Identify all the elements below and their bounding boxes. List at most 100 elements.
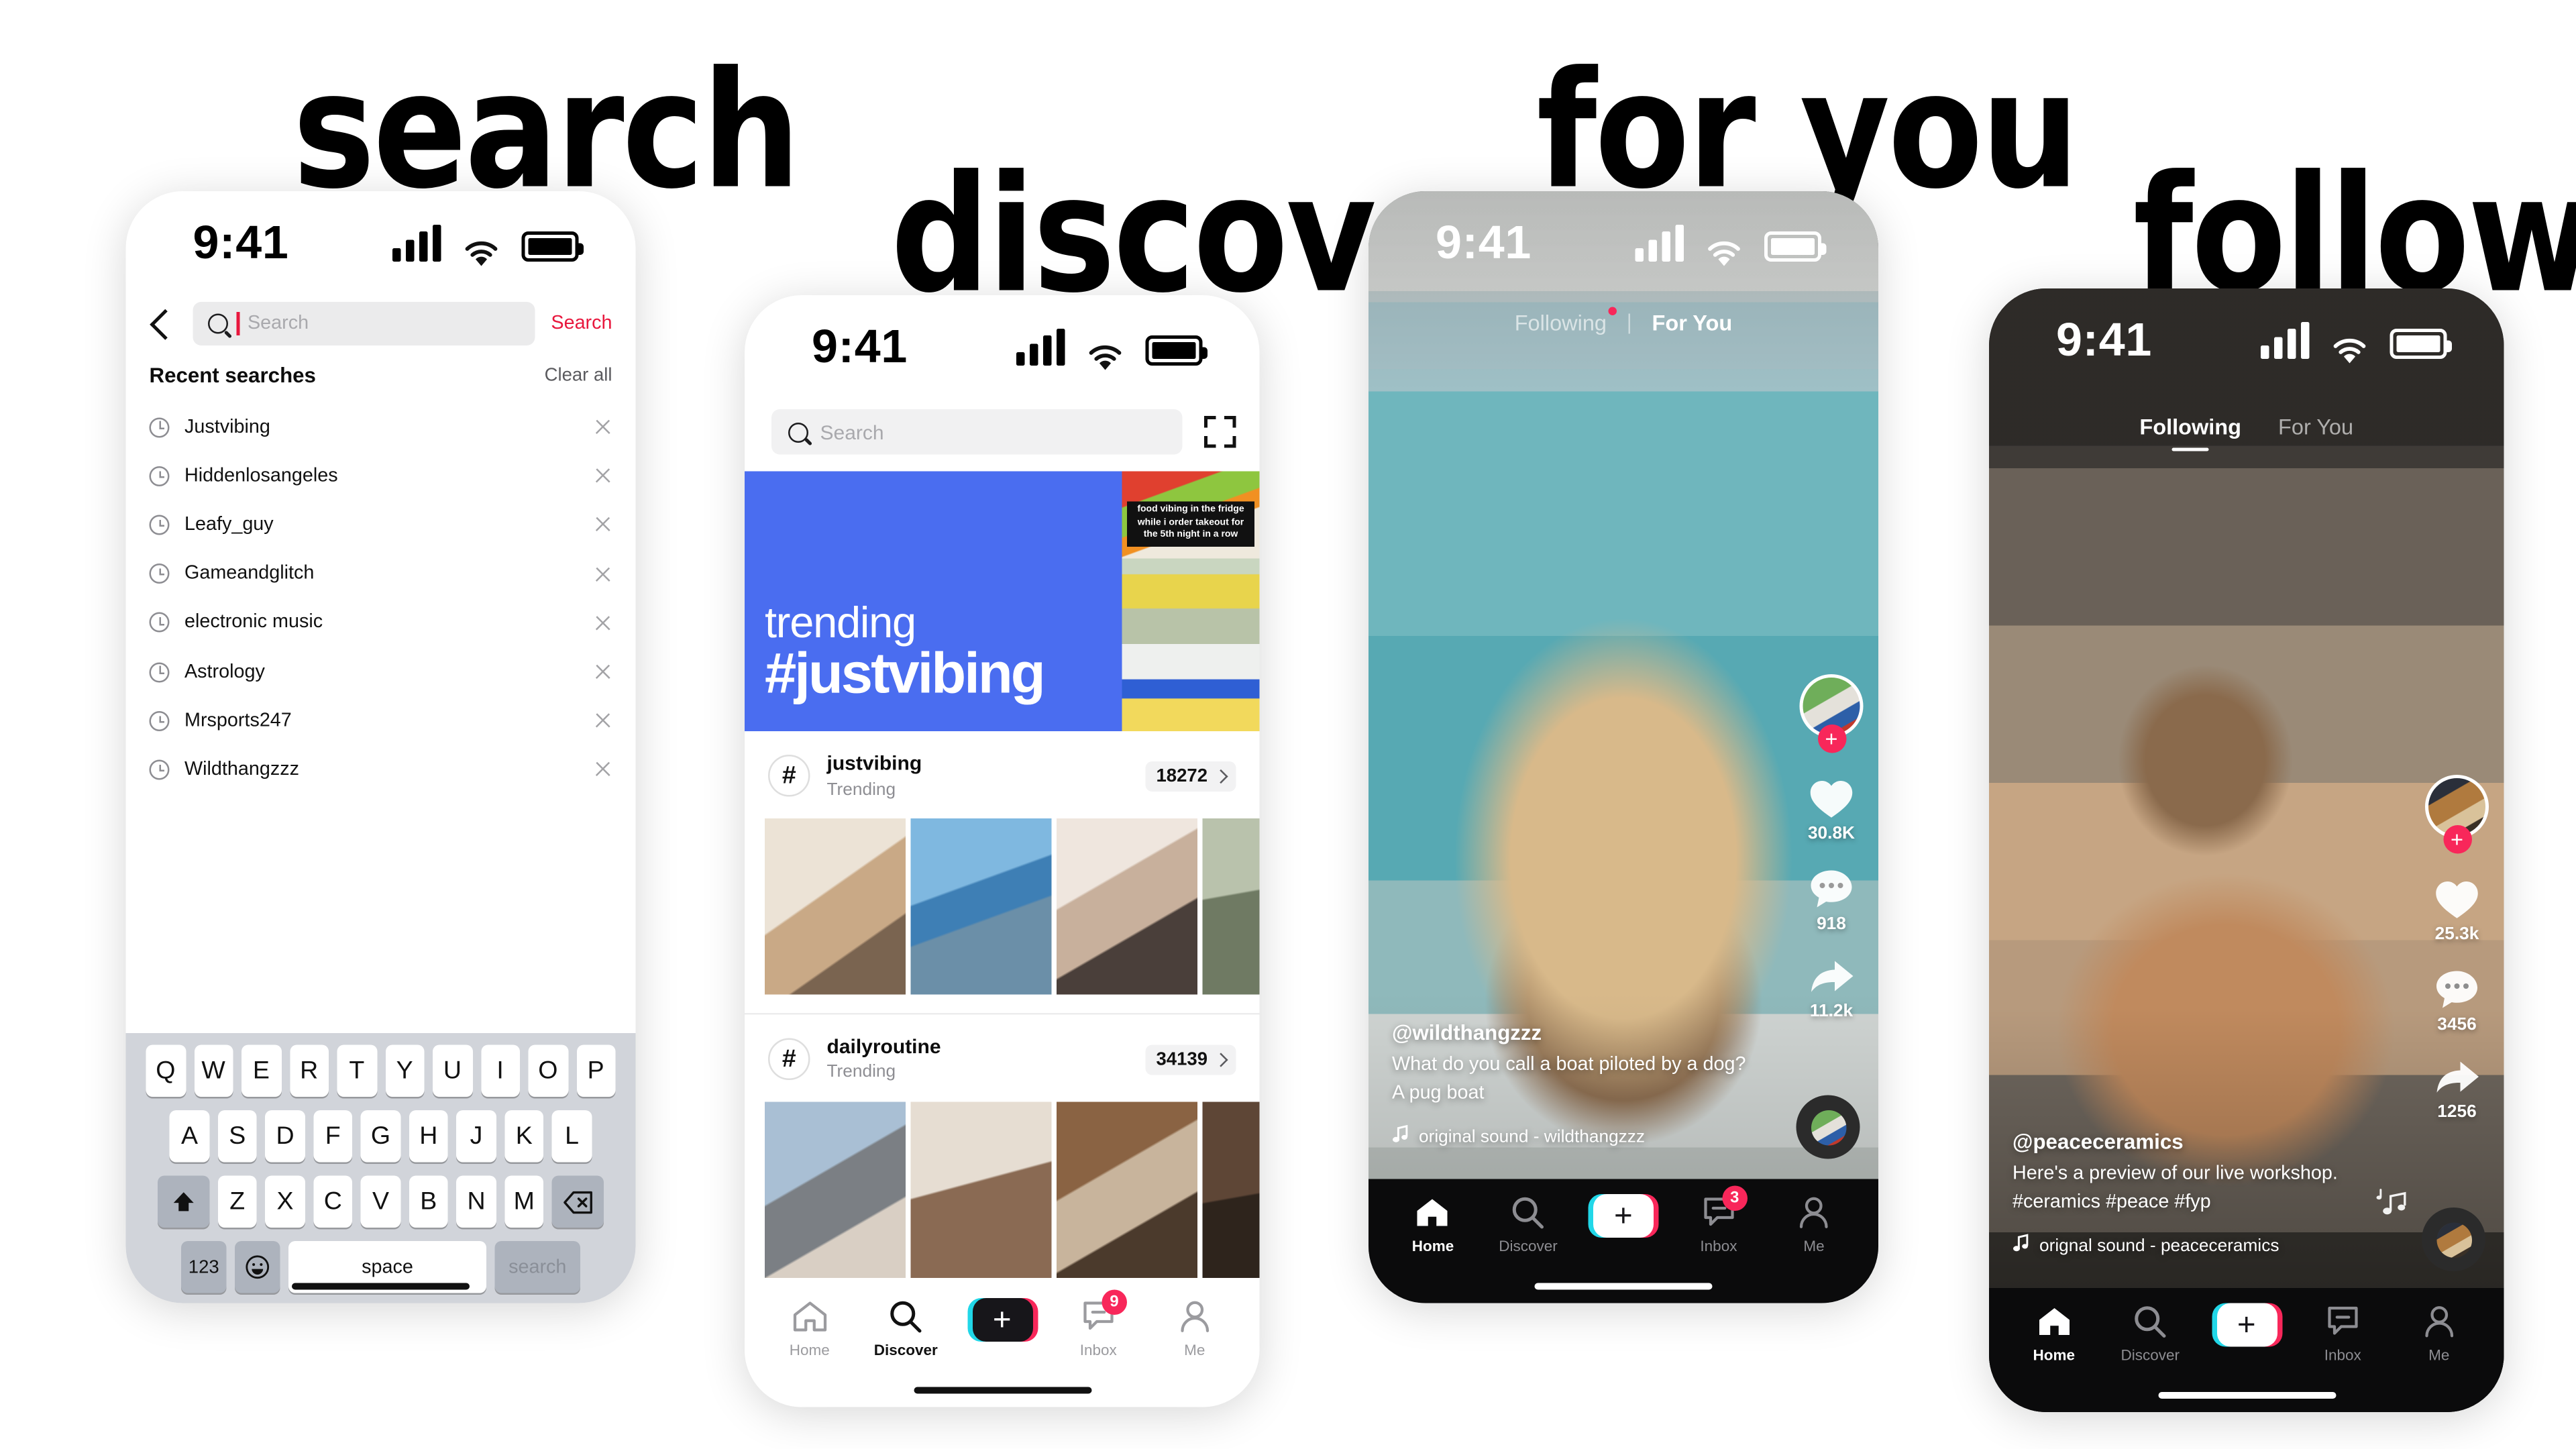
key-p[interactable]: P <box>576 1044 616 1097</box>
tab-following[interactable]: Following <box>2136 415 2245 451</box>
key-c[interactable]: C <box>313 1175 353 1228</box>
follow-button[interactable]: + <box>1817 724 1846 753</box>
nav-item-me[interactable]: Me <box>1766 1194 1862 1303</box>
create-button[interactable]: + <box>2211 1303 2282 1347</box>
key-o[interactable]: O <box>528 1044 568 1097</box>
video-sound[interactable]: orignal sound - peaceceramics <box>2012 1233 2380 1258</box>
action-rail[interactable]: + 25.3k 3456 1256 <box>2425 775 2489 1122</box>
close-icon[interactable] <box>594 614 612 633</box>
create-button[interactable]: + <box>1588 1194 1659 1238</box>
search-input[interactable]: Search <box>771 409 1183 455</box>
key-b[interactable]: B <box>409 1175 449 1228</box>
key-h[interactable]: H <box>409 1110 449 1163</box>
nav-item-home[interactable]: Home <box>2006 1303 2102 1413</box>
list-item[interactable]: Wildthangzzz <box>126 745 636 794</box>
close-icon[interactable] <box>594 467 612 486</box>
like-action[interactable]: 30.8K <box>1808 777 1855 844</box>
hashtag-row[interactable]: # justvibing Trending 18272 <box>745 731 1260 818</box>
key-e[interactable]: E <box>241 1044 281 1097</box>
list-item[interactable]: Hiddenlosangeles <box>126 451 636 500</box>
thumbnail[interactable] <box>765 1101 906 1277</box>
like-action[interactable]: 25.3k <box>2434 877 2481 945</box>
hashtag-count-button[interactable]: 18272 <box>1146 761 1236 792</box>
clear-all-button[interactable]: Clear all <box>545 366 612 386</box>
follow-button[interactable]: + <box>2443 825 2471 854</box>
key-v[interactable]: V <box>361 1175 400 1228</box>
key-q[interactable]: Q <box>146 1044 186 1097</box>
create-button[interactable]: + <box>967 1298 1038 1342</box>
close-icon[interactable] <box>594 712 612 731</box>
feed-tabs[interactable]: Following For You <box>1989 415 2504 451</box>
close-icon[interactable] <box>594 663 612 682</box>
keyboard-search-button[interactable]: search <box>494 1241 580 1293</box>
key-m[interactable]: M <box>504 1175 544 1228</box>
key-n[interactable]: N <box>456 1175 496 1228</box>
key-d[interactable]: D <box>265 1110 305 1163</box>
trending-banner[interactable]: trending #justvibing food vibing in the … <box>745 471 1260 732</box>
tab-for-you[interactable]: For You <box>2275 415 2357 440</box>
nav-item-home[interactable]: Home <box>761 1298 858 1407</box>
hashtag-row[interactable]: # dailyroutine Trending 34139 <box>745 1014 1260 1101</box>
key-z[interactable]: Z <box>217 1175 258 1228</box>
on-screen-keyboard[interactable]: Q W E R T Y U I O P A S D F G H J K L Z <box>125 1033 636 1303</box>
key-r[interactable]: R <box>289 1044 329 1097</box>
numbers-key[interactable]: 123 <box>181 1241 227 1293</box>
nav-item-home[interactable]: Home <box>1385 1194 1481 1303</box>
close-icon[interactable] <box>594 761 612 780</box>
key-x[interactable]: X <box>265 1175 305 1228</box>
list-item[interactable]: Mrsports247 <box>126 696 636 745</box>
video-username[interactable]: @wildthangzzz <box>1392 1022 1754 1045</box>
nav-item-me[interactable]: Me <box>1146 1298 1243 1407</box>
thumbnail[interactable] <box>910 818 1052 994</box>
sound-disc[interactable] <box>1796 1095 1860 1159</box>
key-s[interactable]: S <box>217 1110 258 1163</box>
backspace-icon[interactable] <box>552 1175 604 1228</box>
hashtag-thumbnail-strip[interactable] <box>745 818 1260 994</box>
thumbnail[interactable] <box>1057 818 1197 994</box>
close-icon[interactable] <box>594 516 612 535</box>
qr-scan-icon[interactable] <box>1204 416 1236 448</box>
key-j[interactable]: J <box>456 1110 496 1163</box>
sound-disc[interactable] <box>2422 1208 2485 1271</box>
key-f[interactable]: F <box>313 1110 353 1163</box>
close-icon[interactable] <box>594 418 612 437</box>
key-w[interactable]: W <box>193 1044 233 1097</box>
video-username[interactable]: @peaceceramics <box>2012 1131 2380 1155</box>
action-rail[interactable]: + 30.8K 918 11.2k <box>1799 674 1864 1022</box>
tab-for-you[interactable]: For You <box>1649 311 1736 336</box>
chevron-left-icon[interactable] <box>150 308 181 339</box>
key-u[interactable]: U <box>433 1044 472 1097</box>
comment-action[interactable]: 3456 <box>2434 968 2481 1035</box>
key-g[interactable]: G <box>361 1110 400 1163</box>
comment-action[interactable]: 918 <box>1808 867 1855 934</box>
key-t[interactable]: T <box>337 1044 377 1097</box>
list-item[interactable]: Leafy_guy <box>126 500 636 549</box>
shift-icon[interactable] <box>157 1175 209 1228</box>
hashtag-thumbnail-strip[interactable] <box>745 1101 1260 1277</box>
close-icon[interactable] <box>594 565 612 584</box>
key-y[interactable]: Y <box>384 1044 425 1097</box>
share-action[interactable]: 1256 <box>2432 1059 2481 1122</box>
tab-following[interactable]: Following <box>1511 307 1617 335</box>
emoji-icon[interactable] <box>235 1241 280 1293</box>
hashtag-count-button[interactable]: 34139 <box>1146 1044 1236 1075</box>
share-action[interactable]: 11.2k <box>1807 958 1856 1022</box>
thumbnail[interactable] <box>1202 1101 1260 1277</box>
video-sound[interactable]: original sound - wildthangzzz <box>1392 1124 1754 1149</box>
list-item[interactable]: electronic music <box>126 598 636 647</box>
search-submit-button[interactable]: Search <box>551 314 612 334</box>
feed-tabs[interactable]: Following For You <box>1368 307 1878 336</box>
key-l[interactable]: L <box>552 1110 592 1163</box>
search-input[interactable]: Search <box>193 302 535 345</box>
thumbnail[interactable] <box>765 818 906 994</box>
key-a[interactable]: A <box>170 1110 209 1163</box>
nav-item-me[interactable]: Me <box>2391 1303 2487 1413</box>
key-i[interactable]: I <box>480 1044 520 1097</box>
list-item[interactable]: Astrology <box>126 647 636 696</box>
list-item[interactable]: Gameandglitch <box>126 549 636 598</box>
thumbnail[interactable] <box>910 1101 1052 1277</box>
thumbnail[interactable] <box>1202 818 1260 994</box>
key-k[interactable]: K <box>504 1110 544 1163</box>
list-item[interactable]: Justvibing <box>126 402 636 451</box>
thumbnail[interactable] <box>1057 1101 1197 1277</box>
